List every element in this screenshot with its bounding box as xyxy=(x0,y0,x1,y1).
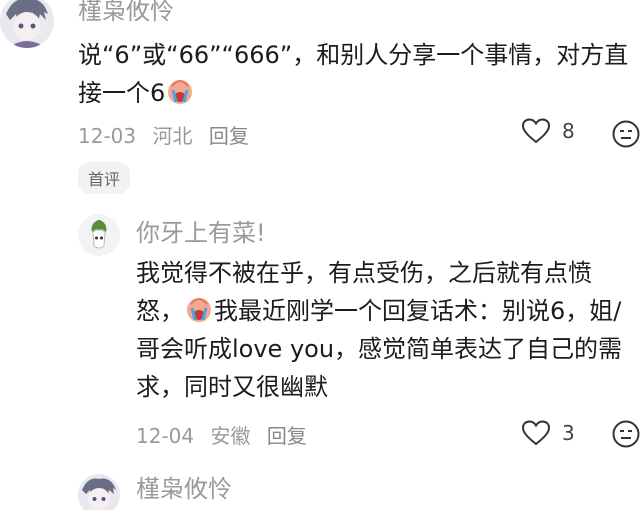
avatar[interactable] xyxy=(78,214,120,256)
comment-date: 12-03 xyxy=(78,124,137,148)
crying-face-emoji xyxy=(168,80,193,104)
avatar[interactable] xyxy=(0,0,54,48)
comment-body: 说“6”或“66”“666”，和别人分享一个事情，对方直接一个6 xyxy=(78,36,638,112)
like-count: 3 xyxy=(562,421,575,445)
comment-thread: 槿枭攸怜 说“6”或“66”“666”，和别人分享一个事情，对方直接一个6 12… xyxy=(0,0,640,510)
like-count: 8 xyxy=(562,119,575,143)
like-button[interactable]: 8 xyxy=(522,118,575,144)
comment-location: 河北 xyxy=(152,124,193,148)
reply-button[interactable]: 回复 xyxy=(267,424,307,448)
heart-outline-icon xyxy=(522,420,550,446)
comment-author[interactable]: 槿枭攸怜 xyxy=(136,474,232,504)
reply-button[interactable]: 回复 xyxy=(209,124,249,148)
like-button[interactable]: 3 xyxy=(522,420,575,446)
neutral-face-icon xyxy=(612,120,640,148)
heart-outline-icon xyxy=(522,118,550,144)
reaction-button[interactable] xyxy=(612,420,640,452)
crying-face-emoji xyxy=(187,298,211,322)
comment-location: 安徽 xyxy=(210,424,251,448)
comment-meta: 12-03 河北 回复 xyxy=(78,120,259,149)
comment-text: 说“6”或“66”“666”，和别人分享一个事情，对方直接一个6 xyxy=(78,41,629,107)
reaction-button[interactable] xyxy=(612,120,640,152)
comment-date: 12-04 xyxy=(136,424,195,448)
neutral-face-icon xyxy=(612,420,640,448)
comment-author[interactable]: 你牙上有菜! xyxy=(136,218,266,248)
first-comment-badge: 首评 xyxy=(78,162,131,194)
avatar[interactable] xyxy=(78,474,120,510)
comment-author[interactable]: 槿枭攸怜 xyxy=(78,0,174,26)
comment-body: 我觉得不被在乎，有点受伤，之后就有点愤怒， 我最近刚学一个回复话术：别说6，姐/… xyxy=(136,254,636,406)
comment-meta: 12-04 安徽 回复 xyxy=(136,420,317,449)
